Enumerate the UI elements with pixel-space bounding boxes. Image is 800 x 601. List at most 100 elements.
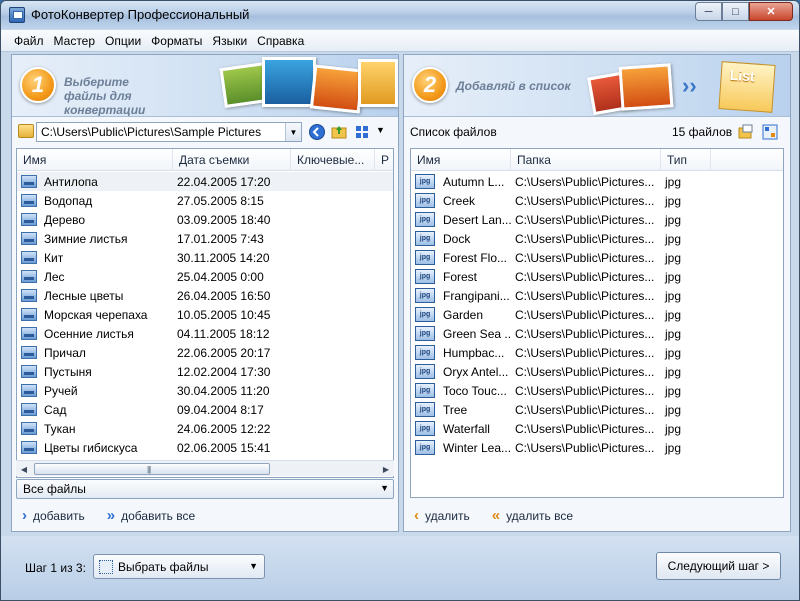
menu-help[interactable]: Справка <box>252 34 309 48</box>
list-view-icon[interactable] <box>762 124 778 140</box>
file-type: jpg <box>665 212 682 227</box>
table-row[interactable]: jpg Tree C:\Users\Public\Pictures... jpg <box>411 400 783 419</box>
image-file-icon <box>21 251 37 264</box>
column-keywords[interactable]: Ключевые... <box>291 149 375 171</box>
jpg-file-icon: jpg <box>415 345 435 360</box>
table-row[interactable]: Антилопа 22.04.2005 17:20 <box>17 172 393 191</box>
menu-file[interactable]: Файл <box>9 34 49 48</box>
table-row[interactable]: Ручей 30.04.2005 11:20 <box>17 381 393 400</box>
table-row[interactable]: jpg Autumn L... C:\Users\Public\Pictures..… <box>411 172 783 191</box>
file-date: 03.09.2005 18:40 <box>177 212 271 227</box>
file-folder: C:\Users\Public\Pictures... <box>515 364 655 379</box>
horizontal-scrollbar[interactable]: ◀ ||| ▶ <box>16 460 394 476</box>
file-name: Морская черепаха <box>44 307 148 322</box>
table-row[interactable]: jpg Forest C:\Users\Public\Pictures... jpg <box>411 267 783 286</box>
table-row[interactable]: jpg Green Sea ... C:\Users\Public\Pictures… <box>411 324 783 343</box>
step2-badge: 2 <box>412 67 448 103</box>
app-icon[interactable] <box>9 7 25 23</box>
file-name: Ручей <box>44 383 78 398</box>
table-row[interactable]: Морская черепаха 10.05.2005 10:45 <box>17 305 393 324</box>
file-folder: C:\Users\Public\Pictures... <box>515 288 655 303</box>
column-folder[interactable]: Папка <box>511 149 661 171</box>
file-folder: C:\Users\Public\Pictures... <box>515 307 655 322</box>
table-row[interactable]: Кит 30.11.2005 14:20 <box>17 248 393 267</box>
path-combobox[interactable]: C:\Users\Public\Pictures\Sample Pictures… <box>36 122 302 142</box>
file-name: Кит <box>44 250 64 265</box>
column-date-taken[interactable]: Дата съемки <box>173 149 291 171</box>
scrollbar-thumb[interactable]: ||| <box>34 463 270 475</box>
file-name: Dock <box>443 231 471 246</box>
table-row[interactable]: Пустыня 12.02.2004 17:30 <box>17 362 393 381</box>
add-button[interactable]: › добавить <box>22 508 85 523</box>
menu-bar: Файл Мастер Опции Форматы Языки Справка <box>1 30 799 52</box>
file-folder: C:\Users\Public\Pictures... <box>515 269 655 284</box>
view-mode-icon[interactable] <box>354 123 372 141</box>
minimize-button[interactable]: ─ <box>695 2 722 21</box>
table-row[interactable]: jpg Garden C:\Users\Public\Pictures... jpg <box>411 305 783 324</box>
table-row[interactable]: jpg Toco Touc... C:\Users\Public\Pictures.… <box>411 381 783 400</box>
file-name: Сад <box>44 402 67 417</box>
double-arrow-icon: ›› <box>682 73 697 98</box>
close-button[interactable]: ✕ <box>749 2 793 21</box>
add-all-button[interactable]: » добавить все <box>107 508 195 523</box>
folder-up-icon[interactable] <box>330 123 348 141</box>
table-row[interactable]: jpg Dock C:\Users\Public\Pictures... jpg <box>411 229 783 248</box>
table-row[interactable]: jpg Desert Lan... C:\Users\Public\Pictures… <box>411 210 783 229</box>
file-date: 27.05.2005 8:15 <box>177 193 264 208</box>
step2-banner: 2 Добавляй в список ›› List <box>404 55 790 117</box>
next-step-button[interactable]: Следующий шаг > <box>656 552 781 580</box>
table-row[interactable]: Лесные цветы 26.04.2005 16:50 <box>17 286 393 305</box>
column-name[interactable]: Имя <box>411 149 511 171</box>
chevron-down-icon[interactable]: ▼ <box>285 123 301 141</box>
jpg-file-icon: jpg <box>415 383 435 398</box>
image-file-icon <box>21 194 37 207</box>
table-row[interactable]: Причал 22.06.2005 20:17 <box>17 343 393 362</box>
table-row[interactable]: Сад 09.04.2004 8:17 <box>17 400 393 419</box>
app-window: ФотоКонвертер Профессиональный ─ □ ✕ Фай… <box>0 0 800 601</box>
menu-options[interactable]: Опции <box>100 34 146 48</box>
table-row[interactable]: Лес 25.04.2005 0:00 <box>17 267 393 286</box>
table-row[interactable]: Дерево 03.09.2005 18:40 <box>17 210 393 229</box>
remove-all-button[interactable]: « удалить все <box>492 508 573 523</box>
table-row[interactable]: Зимние листья 17.01.2005 7:43 <box>17 229 393 248</box>
file-name: Forest <box>443 269 478 284</box>
menu-formats[interactable]: Форматы <box>146 34 207 48</box>
table-row[interactable]: Осенние листья 04.11.2005 18:12 <box>17 324 393 343</box>
scroll-left-icon[interactable]: ◀ <box>16 462 32 476</box>
menu-languages[interactable]: Языки <box>207 34 252 48</box>
file-name: Autumn L... <box>443 174 505 189</box>
file-filter-select[interactable]: Все файлы ▼ <box>16 479 394 499</box>
file-name: Garden <box>443 307 484 322</box>
table-row[interactable]: Тукан 24.06.2005 12:22 <box>17 419 393 438</box>
list-folder-icon[interactable] <box>738 124 754 140</box>
column-name[interactable]: Имя <box>17 149 173 171</box>
file-list-pane: 2 Добавляй в список ›› List Список файло… <box>403 54 791 532</box>
scroll-right-icon[interactable]: ▶ <box>378 462 394 476</box>
file-date: 02.06.2005 15:41 <box>177 440 271 455</box>
table-row[interactable]: Водопад 27.05.2005 8:15 <box>17 191 393 210</box>
table-row[interactable]: jpg Oryx Antel... C:\Users\Public\Pictures… <box>411 362 783 381</box>
table-row[interactable]: jpg Frangipani... C:\Users\Public\Pictures… <box>411 286 783 305</box>
table-row[interactable]: jpg Creek C:\Users\Public\Pictures... jpg <box>411 191 783 210</box>
table-row[interactable]: jpg Forest Flo... C:\Users\Public\Pictures… <box>411 248 783 267</box>
file-date: 26.04.2005 16:50 <box>177 288 271 303</box>
step-select[interactable]: Выбрать файлы ▼ <box>93 554 265 579</box>
title-bar[interactable]: ФотоКонвертер Профессиональный ─ □ ✕ <box>1 1 799 29</box>
back-icon[interactable] <box>308 123 326 141</box>
file-name: Зимние листья <box>44 231 128 246</box>
jpg-file-icon: jpg <box>415 288 435 303</box>
menu-wizard[interactable]: Мастер <box>49 34 101 48</box>
file-name: Цветы гибискуса <box>44 440 138 455</box>
chevron-down-icon: ▼ <box>249 561 258 571</box>
table-row[interactable]: jpg Humpbac... C:\Users\Public\Pictures...… <box>411 343 783 362</box>
view-mode-dropdown-icon[interactable]: ▼ <box>376 125 385 135</box>
remove-button[interactable]: ‹ удалить <box>414 508 470 523</box>
column-type[interactable]: Тип <box>661 149 711 171</box>
column-extra[interactable]: Р <box>375 149 393 171</box>
file-type: jpg <box>665 402 682 417</box>
file-type: jpg <box>665 326 682 341</box>
maximize-button[interactable]: □ <box>722 2 749 21</box>
table-row[interactable]: jpg Waterfall C:\Users\Public\Pictures... j… <box>411 419 783 438</box>
table-row[interactable]: jpg Winter Lea... C:\Users\Public\Pictures… <box>411 438 783 457</box>
table-row[interactable]: Цветы гибискуса 02.06.2005 15:41 <box>17 438 393 457</box>
